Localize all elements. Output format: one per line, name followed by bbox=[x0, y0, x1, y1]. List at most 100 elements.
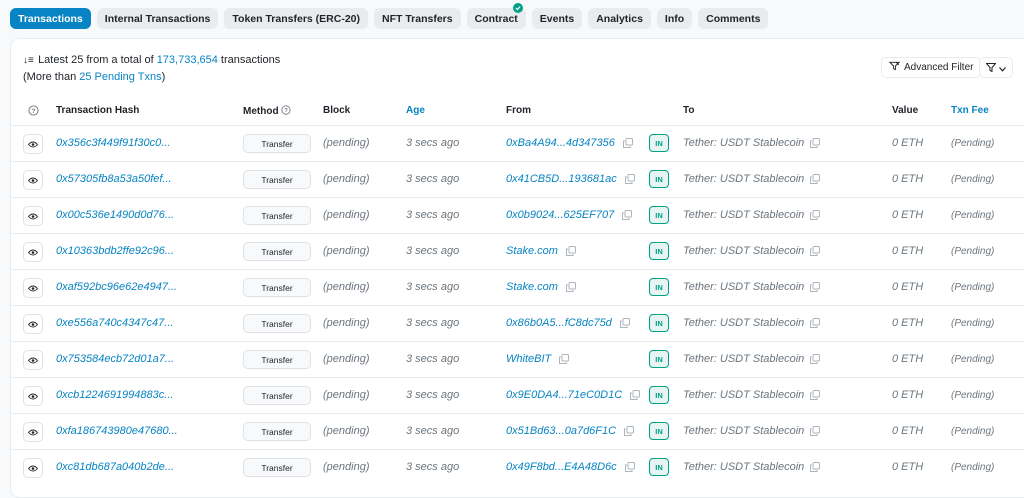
value-amount: 0 ETH bbox=[892, 209, 924, 221]
copy-icon[interactable] bbox=[565, 282, 576, 292]
to-address-label[interactable]: Tether: USDT Stablecoin bbox=[683, 461, 804, 473]
from-cell: 0x49F8bd...E4A48D6c bbox=[506, 461, 635, 473]
from-cell: WhiteBIT bbox=[506, 353, 570, 365]
copy-icon[interactable] bbox=[810, 318, 821, 328]
block-value: (pending) bbox=[323, 353, 370, 365]
tab-nft-transfers[interactable]: NFT Transfers bbox=[374, 8, 461, 29]
table-row: 0x10363bdb2ffe92c96... Transfer (pending) 3… bbox=[11, 233, 1024, 269]
tab-comments[interactable]: Comments bbox=[698, 8, 769, 29]
from-cell: Stake.com bbox=[506, 281, 576, 293]
copy-icon[interactable] bbox=[624, 174, 635, 184]
txn-fee-value: (Pending) bbox=[951, 354, 995, 365]
column-age[interactable]: Age bbox=[406, 105, 425, 116]
advanced-filter-button[interactable]: Advanced Filter bbox=[881, 57, 982, 78]
copy-icon[interactable] bbox=[810, 282, 821, 292]
table-row: 0x57305fb8a53a50fef... Transfer (pending) 3… bbox=[11, 161, 1024, 197]
copy-icon[interactable] bbox=[810, 174, 821, 184]
method-help-icon[interactable]: ? bbox=[281, 105, 291, 117]
copy-icon[interactable] bbox=[630, 390, 641, 400]
from-address-link[interactable]: Stake.com bbox=[506, 245, 558, 257]
transaction-hash-link[interactable]: 0xcb1224691994883c... bbox=[56, 389, 173, 401]
copy-icon[interactable] bbox=[619, 318, 630, 328]
value-amount: 0 ETH bbox=[892, 389, 924, 401]
from-address-link[interactable]: Stake.com bbox=[506, 281, 558, 293]
tab-token-transfers[interactable]: Token Transfers (ERC-20) bbox=[224, 8, 368, 29]
eye-icon[interactable] bbox=[23, 278, 43, 298]
transaction-hash-link[interactable]: 0x57305fb8a53a50fef... bbox=[56, 173, 172, 185]
to-address-label[interactable]: Tether: USDT Stablecoin bbox=[683, 353, 804, 365]
to-address-label[interactable]: Tether: USDT Stablecoin bbox=[683, 245, 804, 257]
copy-icon[interactable] bbox=[624, 462, 635, 472]
filter-dropdown-button[interactable] bbox=[979, 57, 1013, 78]
column-from: From bbox=[506, 105, 531, 116]
tab-analytics[interactable]: Analytics bbox=[588, 8, 651, 29]
tab-events[interactable]: Events bbox=[531, 8, 583, 29]
eye-icon[interactable] bbox=[23, 386, 43, 406]
tab-info[interactable]: Info bbox=[656, 8, 693, 29]
column-txn-fee[interactable]: Txn Fee bbox=[951, 105, 989, 116]
pending-txns-link[interactable]: 25 Pending Txns bbox=[79, 71, 161, 83]
copy-icon[interactable] bbox=[810, 390, 821, 400]
copy-icon[interactable] bbox=[810, 246, 821, 256]
transaction-hash-link[interactable]: 0xaf592bc96e62e4947... bbox=[56, 281, 177, 293]
to-address-label[interactable]: Tether: USDT Stablecoin bbox=[683, 173, 804, 185]
transaction-hash-link[interactable]: 0x356c3f449f91f30c0... bbox=[56, 137, 170, 149]
table-row: 0xc81db687a040b2de... Transfer (pending) 3 … bbox=[11, 449, 1024, 485]
eye-icon[interactable] bbox=[23, 170, 43, 190]
eye-icon[interactable] bbox=[23, 458, 43, 478]
block-value: (pending) bbox=[323, 173, 370, 185]
to-address-label[interactable]: Tether: USDT Stablecoin bbox=[683, 389, 804, 401]
method-badge: Transfer bbox=[243, 206, 311, 225]
to-address-label[interactable]: Tether: USDT Stablecoin bbox=[683, 317, 804, 329]
block-value: (pending) bbox=[323, 425, 370, 437]
total-transactions-link[interactable]: 173,733,654 bbox=[157, 54, 218, 66]
pending-suffix: ) bbox=[161, 71, 166, 83]
copy-icon[interactable] bbox=[810, 462, 821, 472]
to-address-label[interactable]: Tether: USDT Stablecoin bbox=[683, 137, 804, 149]
block-value: (pending) bbox=[323, 317, 370, 329]
from-address-link[interactable]: 0x0b9024...625EF707 bbox=[506, 209, 614, 221]
copy-icon[interactable] bbox=[810, 426, 821, 436]
copy-icon[interactable] bbox=[565, 246, 576, 256]
transaction-hash-link[interactable]: 0xc81db687a040b2de... bbox=[56, 461, 174, 473]
copy-icon[interactable] bbox=[622, 210, 633, 220]
from-address-link[interactable]: 0x9E0DA4...71eC0D1C bbox=[506, 389, 622, 401]
eye-icon[interactable] bbox=[23, 422, 43, 442]
to-address-label[interactable]: Tether: USDT Stablecoin bbox=[683, 281, 804, 293]
copy-icon[interactable] bbox=[810, 138, 821, 148]
to-address-label[interactable]: Tether: USDT Stablecoin bbox=[683, 209, 804, 221]
method-badge: Transfer bbox=[243, 134, 311, 153]
tab-internal-transactions[interactable]: Internal Transactions bbox=[96, 8, 219, 29]
from-cell: 0x0b9024...625EF707 bbox=[506, 209, 633, 221]
transaction-hash-link[interactable]: 0x00c536e1490d0d76... bbox=[56, 209, 174, 221]
copy-icon[interactable] bbox=[559, 354, 570, 364]
transaction-hash-link[interactable]: 0x10363bdb2ffe92c96... bbox=[56, 245, 174, 257]
table-row: 0xaf592bc96e62e4947... Transfer (pending) 3… bbox=[11, 269, 1024, 305]
eye-icon[interactable] bbox=[23, 206, 43, 226]
eye-icon[interactable] bbox=[23, 314, 43, 334]
direction-badge: IN bbox=[649, 206, 669, 224]
from-address-link[interactable]: 0x51Bd63...0a7d6F1C bbox=[506, 425, 616, 437]
transaction-hash-link[interactable]: 0xfa186743980e47680... bbox=[56, 425, 178, 437]
direction-badge: IN bbox=[649, 278, 669, 296]
eye-icon[interactable] bbox=[23, 134, 43, 154]
tab-transactions[interactable]: Transactions bbox=[10, 8, 91, 29]
copy-icon[interactable] bbox=[624, 426, 635, 436]
from-address-link[interactable]: 0x49F8bd...E4A48D6c bbox=[506, 461, 617, 473]
copy-icon[interactable] bbox=[622, 138, 633, 148]
transaction-hash-link[interactable]: 0xe556a740c4347c47... bbox=[56, 317, 173, 329]
from-address-link[interactable]: 0x41CB5D...193681ac bbox=[506, 173, 617, 185]
help-circle-icon[interactable]: ? bbox=[28, 105, 39, 119]
from-address-link[interactable]: WhiteBIT bbox=[506, 353, 551, 365]
eye-icon[interactable] bbox=[23, 350, 43, 370]
to-address-label[interactable]: Tether: USDT Stablecoin bbox=[683, 425, 804, 437]
copy-icon[interactable] bbox=[810, 210, 821, 220]
from-address-link[interactable]: 0x86b0A5...fC8dc75d bbox=[506, 317, 612, 329]
from-address-link[interactable]: 0xBa4A94...4d347356 bbox=[506, 137, 615, 149]
table-row: 0x00c536e1490d0d76... Transfer (pending) 3 … bbox=[11, 197, 1024, 233]
copy-icon[interactable] bbox=[810, 354, 821, 364]
tab-contract[interactable]: Contract bbox=[466, 3, 526, 29]
eye-icon[interactable] bbox=[23, 242, 43, 262]
transaction-hash-link[interactable]: 0x753584ecb72d01a7... bbox=[56, 353, 174, 365]
from-cell: 0x9E0DA4...71eC0D1C bbox=[506, 389, 641, 401]
